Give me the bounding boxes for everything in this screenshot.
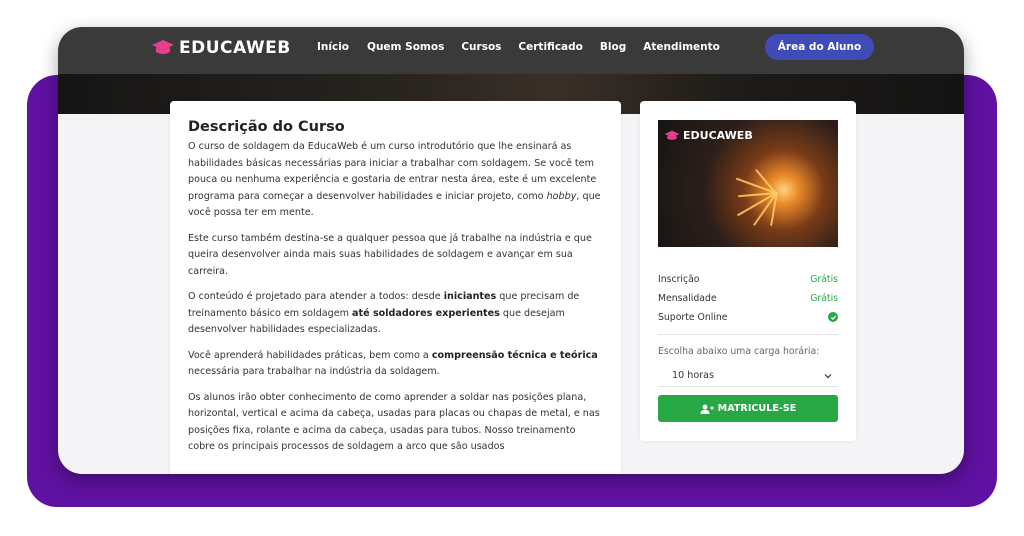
nav-link-cursos[interactable]: Cursos bbox=[461, 41, 501, 53]
p1-emphasis: hobby bbox=[546, 190, 577, 202]
hours-select-value: 10 horas bbox=[672, 370, 715, 381]
p3-text-a: O conteúdo é projetado para atender a to… bbox=[188, 291, 444, 302]
navbar: EDUCAWEB Início Quem Somos Cursos Certif… bbox=[58, 27, 964, 74]
graduation-cap-icon bbox=[152, 40, 174, 54]
info-row-suporte: Suporte Online bbox=[658, 309, 838, 325]
info-row-inscricao: Inscrição Grátis bbox=[658, 271, 838, 287]
info-row-mensalidade: Mensalidade Grátis bbox=[658, 290, 838, 306]
course-description-card: Descrição do Curso O curso de soldagem d… bbox=[170, 101, 621, 474]
inscricao-label: Inscrição bbox=[658, 273, 700, 285]
nav-link-blog[interactable]: Blog bbox=[600, 41, 626, 53]
course-image: EDUCAWEB bbox=[658, 120, 838, 247]
description-paragraph-3: O conteúdo é projetado para atender a to… bbox=[188, 289, 603, 339]
brand-logo[interactable]: EDUCAWEB bbox=[151, 38, 291, 58]
description-paragraph-2: Este curso também destina-se a qualquer … bbox=[188, 232, 592, 277]
description-paragraph-4: Você aprenderá habilidades práticas, bem… bbox=[188, 348, 603, 381]
mensalidade-label: Mensalidade bbox=[658, 292, 717, 304]
nav-link-quem-somos[interactable]: Quem Somos bbox=[367, 41, 444, 53]
graduation-cap-icon bbox=[664, 130, 680, 140]
brand-name: EDUCAWEB bbox=[179, 38, 291, 58]
nav-link-certificado[interactable]: Certificado bbox=[518, 41, 582, 53]
suporte-label: Suporte Online bbox=[658, 311, 728, 323]
nav-link-inicio[interactable]: Início bbox=[317, 41, 349, 53]
p4-text-a: Você aprenderá habilidades práticas, bem… bbox=[188, 349, 432, 361]
p4-bold: compreensão técnica e teórica bbox=[431, 349, 598, 361]
description-title: Descrição do Curso bbox=[188, 119, 345, 135]
browser-window: EDUCAWEB Início Quem Somos Cursos Certif… bbox=[58, 27, 964, 474]
p3-bold-1: iniciantes bbox=[443, 291, 497, 302]
p1-text-a: O curso de soldagem da EducaWeb é um cur… bbox=[188, 141, 597, 202]
divider bbox=[658, 334, 838, 335]
mensalidade-value: Grátis bbox=[810, 292, 838, 304]
p4-text-c: necessária para trabalhar na indústria d… bbox=[188, 366, 440, 377]
user-plus-icon bbox=[700, 404, 714, 414]
nav-link-atendimento[interactable]: Atendimento bbox=[643, 41, 720, 53]
inscricao-value: Grátis bbox=[810, 273, 838, 285]
nav-menu: Início Quem Somos Cursos Certificado Blo… bbox=[317, 41, 720, 53]
enroll-button-label: MATRICULE-SE bbox=[717, 403, 797, 414]
hours-select-label: Escolha abaixo uma carga horária: bbox=[658, 346, 820, 357]
description-paragraph-1: O curso de soldagem da EducaWeb é um cur… bbox=[188, 139, 603, 222]
description-paragraph-5: Os alunos irão obter conhecimento de com… bbox=[188, 391, 600, 453]
course-sidebar-card: EDUCAWEB Inscrição Grátis Mensalidade Gr… bbox=[640, 101, 856, 441]
enroll-button[interactable]: MATRICULE-SE bbox=[658, 395, 838, 422]
image-brand-logo: EDUCAWEB bbox=[664, 129, 753, 142]
chevron-down-icon bbox=[824, 373, 832, 378]
student-area-button[interactable]: Área do Aluno bbox=[765, 34, 874, 60]
image-brand-name: EDUCAWEB bbox=[683, 129, 753, 142]
hours-select[interactable]: 10 horas bbox=[658, 365, 838, 387]
p3-bold-2: até soldadores experientes bbox=[352, 307, 500, 319]
check-circle-icon bbox=[828, 312, 838, 322]
